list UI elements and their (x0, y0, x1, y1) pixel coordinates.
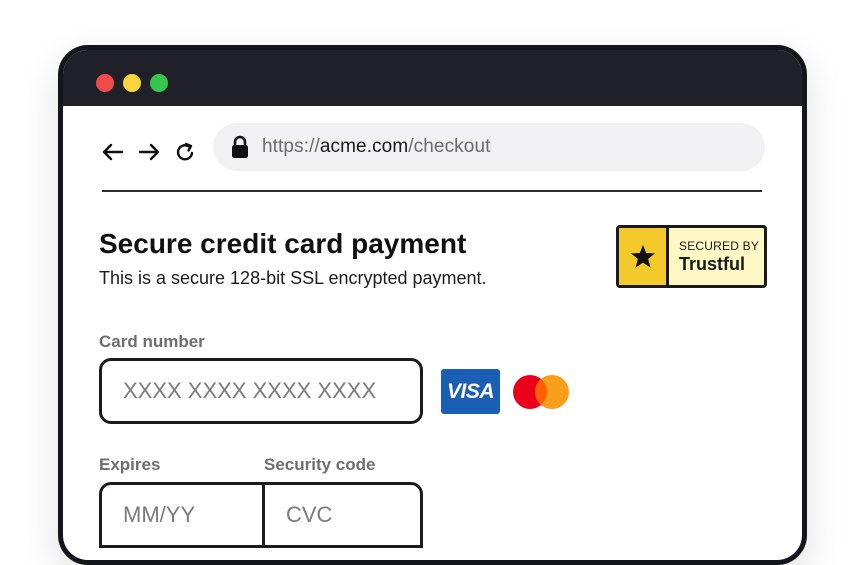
url-scheme: https:// (262, 136, 320, 157)
url-text: https://acme.com/checkout (262, 136, 491, 158)
page-subtitle: This is a secure 128-bit SSL encrypted p… (99, 268, 487, 288)
trust-badge: SECURED BY Trustful (616, 225, 767, 288)
forward-button[interactable] (137, 140, 161, 164)
back-button[interactable] (101, 140, 125, 164)
security-code-label: Security code (264, 455, 376, 474)
trust-badge-text: SECURED BY Trustful (669, 228, 764, 285)
page-title: Secure credit card payment (99, 228, 467, 259)
reload-button[interactable] (173, 140, 197, 164)
url-path: /checkout (408, 136, 491, 157)
minimize-window-button[interactable] (123, 74, 141, 92)
browser-window: https://acme.com/checkout Secure credit … (58, 45, 807, 565)
star-icon (619, 228, 669, 285)
expires-label: Expires (99, 455, 161, 474)
trust-badge-caption: SECURED BY (679, 238, 760, 253)
visa-logo: VISA (441, 369, 500, 414)
url-domain: acme.com (319, 136, 409, 157)
reload-icon (176, 142, 194, 161)
window-titlebar (63, 50, 802, 106)
maximize-window-button[interactable] (150, 74, 168, 92)
card-number-input[interactable] (99, 358, 423, 424)
address-bar[interactable]: https://acme.com/checkout (213, 123, 765, 171)
lock-icon (231, 135, 249, 159)
arrow-left-icon (102, 143, 124, 161)
expires-input[interactable] (99, 482, 263, 548)
close-window-button[interactable] (96, 74, 114, 92)
toolbar-divider (102, 190, 762, 192)
card-number-label: Card number (99, 332, 205, 351)
trust-badge-brand: Trustful (679, 253, 745, 274)
arrow-right-icon (138, 143, 160, 161)
mastercard-logo (513, 375, 569, 409)
security-code-input[interactable] (262, 482, 423, 548)
